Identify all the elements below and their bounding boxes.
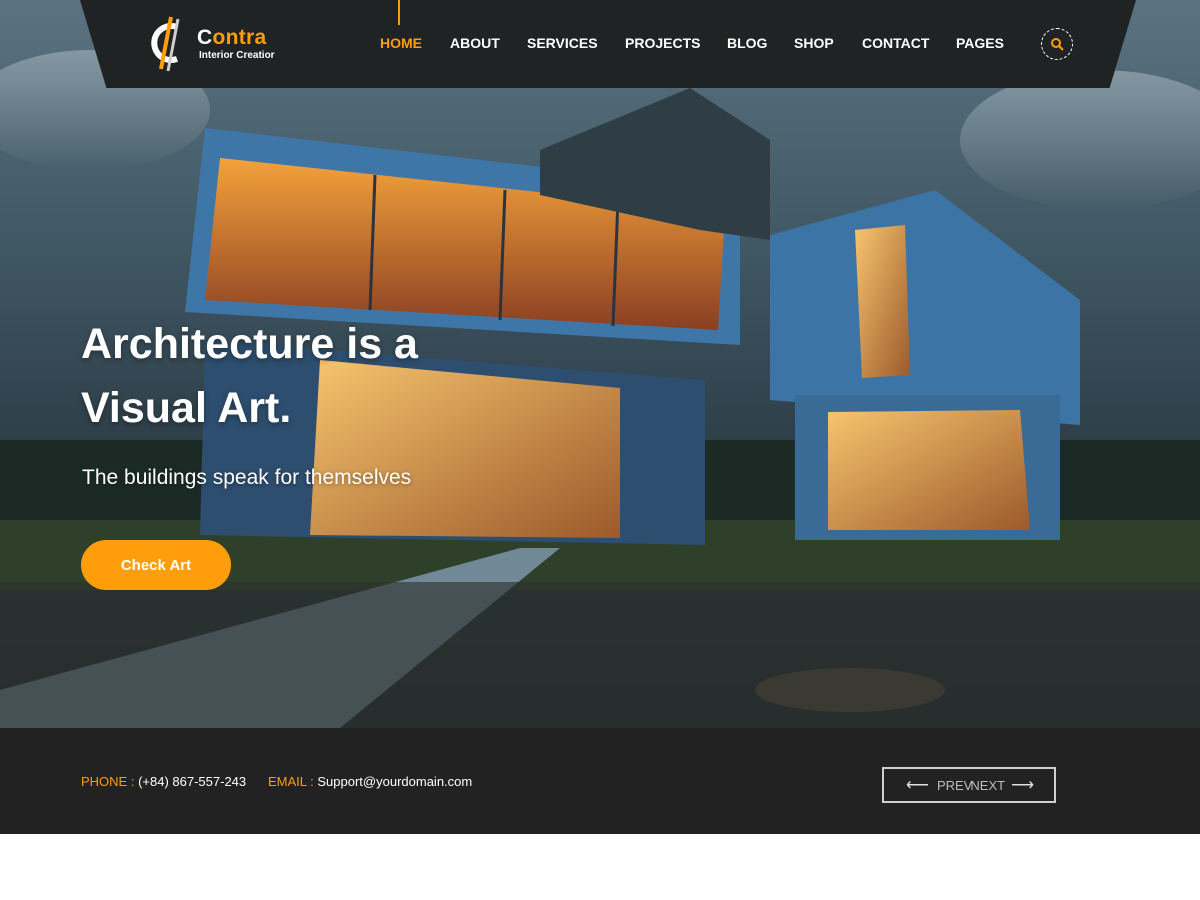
hero-subtitle: The buildings speak for themselves (82, 466, 412, 489)
contact-bar: PHONE : (+84) 867-557-243 EMAIL : Suppor… (0, 728, 1200, 834)
brand-name-rest: ontra (212, 26, 267, 49)
prev-slide-button[interactable]: ⟵ PREV (882, 767, 974, 803)
phone-label: PHONE : (81, 774, 135, 789)
phone-value[interactable]: (+84) 867-557-243 (138, 774, 246, 789)
email-info: EMAIL : Support@yourdomain.com (268, 774, 472, 789)
hero-title-line-1: Architecture is a (81, 320, 418, 368)
email-value[interactable]: Support@yourdomain.com (317, 774, 472, 789)
nav-item-shop[interactable]: SHOP (794, 35, 834, 51)
hero-title-line-2: Visual Art. (81, 384, 292, 432)
nav-item-services[interactable]: SERVICES (527, 35, 598, 51)
nav-item-blog[interactable]: BLOG (727, 35, 767, 51)
nav-item-contact[interactable]: CONTACT (862, 35, 929, 51)
hero-section: Contra Interior Creatior HOME ABOUT SERV… (0, 0, 1200, 728)
next-slide-button[interactable]: NEXT ⟶ (964, 767, 1056, 803)
hero-bottom-overlay (0, 582, 1200, 728)
search-button[interactable] (1041, 28, 1073, 60)
arrow-right-icon: ⟶ (1011, 777, 1034, 794)
brand-name: Contra (197, 26, 266, 50)
phone-info: PHONE : (+84) 867-557-243 (81, 774, 246, 789)
brand-tagline: Interior Creatior (199, 50, 275, 61)
brand-name-initial: C (197, 26, 213, 49)
nav-item-home[interactable]: HOME (380, 35, 422, 51)
hero-title: Architecture is a Visual Art. (81, 312, 601, 440)
brand-logo[interactable]: Contra Interior Creatior (145, 13, 295, 73)
arrow-left-icon: ⟵ (906, 777, 929, 794)
search-icon (1051, 38, 1064, 51)
email-label: EMAIL : (268, 774, 314, 789)
next-label: NEXT (970, 777, 1006, 793)
nav-item-about[interactable]: ABOUT (450, 35, 500, 51)
logo-mark-icon (151, 16, 180, 72)
check-art-button[interactable]: Check Art (81, 540, 231, 590)
nav-item-projects[interactable]: PROJECTS (625, 35, 700, 51)
active-indicator-line (398, 0, 400, 25)
nav-item-pages[interactable]: PAGES (956, 35, 1004, 51)
